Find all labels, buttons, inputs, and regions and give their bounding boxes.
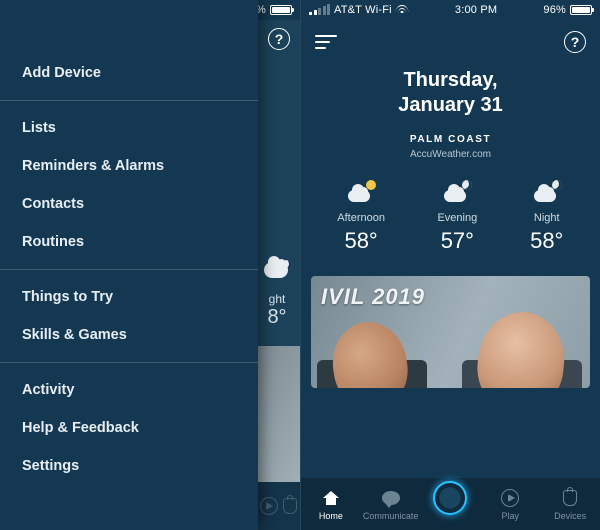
bottom-nav: Home Communicate Play Devices bbox=[301, 478, 600, 530]
help-icon[interactable]: ? bbox=[564, 31, 586, 53]
date-line-2: January 31 bbox=[301, 93, 600, 118]
nav-tab-devices[interactable]: Devices bbox=[540, 487, 600, 521]
help-icon[interactable]: ? bbox=[268, 28, 290, 50]
top-bar: ? bbox=[301, 20, 600, 64]
nav-tab-home[interactable]: Home bbox=[301, 487, 361, 521]
screenshot-drawer-open: AT&T Wi-Fi 3:00 PM 96% ? ght 8° Add De bbox=[0, 0, 300, 530]
drawer-item-things-to-try[interactable]: Things to Try bbox=[0, 278, 258, 316]
nav-tab-alexa[interactable] bbox=[421, 491, 481, 517]
feed-card[interactable]: IVIL 2019 bbox=[311, 276, 590, 388]
status-bar: AT&T Wi-Fi 3:00 PM 96% bbox=[301, 0, 600, 20]
feed-card-figure bbox=[473, 308, 569, 388]
forecast-temp: 57° bbox=[437, 228, 477, 254]
menu-icon[interactable] bbox=[315, 35, 337, 49]
nav-tab-play[interactable]: Play bbox=[480, 487, 540, 521]
drawer-item-activity[interactable]: Activity bbox=[0, 371, 258, 409]
forecast-temp: 58° bbox=[530, 228, 564, 254]
peek-bottom-nav bbox=[258, 482, 300, 530]
location-block[interactable]: PALM COAST AccuWeather.com bbox=[301, 134, 600, 160]
feed-card-figure bbox=[327, 317, 412, 388]
drawer-item-skills-games[interactable]: Skills & Games bbox=[0, 316, 258, 354]
drawer-item-settings[interactable]: Settings bbox=[0, 447, 258, 485]
nav-devices-icon bbox=[279, 495, 300, 517]
drawer-item-reminders-alarms[interactable]: Reminders & Alarms bbox=[0, 147, 258, 185]
peek-forecast-night: ght 8° bbox=[260, 260, 294, 329]
status-time: 3:00 PM bbox=[455, 4, 497, 16]
nav-tab-communicate[interactable]: Communicate bbox=[361, 487, 421, 521]
battery-icon bbox=[270, 5, 292, 15]
forecast-afternoon[interactable]: Afternoon 58° bbox=[337, 180, 385, 254]
nav-label: Devices bbox=[554, 511, 586, 521]
drawer-item-contacts[interactable]: Contacts bbox=[0, 185, 258, 223]
moon-cloud-icon bbox=[440, 180, 474, 204]
peek-feed-card bbox=[258, 346, 300, 482]
moon-cloud-icon bbox=[530, 180, 564, 204]
carrier-label: AT&T Wi-Fi bbox=[334, 4, 392, 16]
nav-label: Home bbox=[319, 511, 343, 521]
location-name: PALM COAST bbox=[301, 134, 600, 145]
battery-percent: 96% bbox=[543, 4, 566, 16]
sun-cloud-icon bbox=[344, 180, 378, 204]
navigation-drawer: Add Device Lists Reminders & Alarms Cont… bbox=[0, 0, 258, 530]
devices-icon bbox=[559, 487, 581, 509]
date-line-1: Thursday, bbox=[301, 68, 600, 93]
peek-forecast-label: ght bbox=[260, 292, 294, 306]
forecast-temp: 58° bbox=[337, 228, 385, 254]
play-icon bbox=[499, 487, 521, 509]
screenshot-home: AT&T Wi-Fi 3:00 PM 96% ? Thursday, Janua… bbox=[300, 0, 600, 530]
nav-play-icon bbox=[258, 495, 279, 517]
forecast-label: Afternoon bbox=[337, 212, 385, 224]
forecast-night[interactable]: Night 58° bbox=[530, 180, 564, 254]
drawer-item-lists[interactable]: Lists bbox=[0, 109, 258, 147]
peek-forecast-temp: 8° bbox=[260, 306, 294, 329]
nav-label: Communicate bbox=[363, 511, 419, 521]
drawer-item-add-device[interactable]: Add Device bbox=[0, 54, 258, 92]
home-icon bbox=[320, 487, 342, 509]
drawer-item-routines[interactable]: Routines bbox=[0, 223, 258, 261]
forecast-label: Night bbox=[530, 212, 564, 224]
feed-card-year: 2019 bbox=[372, 284, 425, 309]
chat-bubble-icon bbox=[380, 487, 402, 509]
date-block: Thursday, January 31 bbox=[301, 68, 600, 118]
forecast-label: Evening bbox=[437, 212, 477, 224]
forecast-row: Afternoon 58° Evening 57° Night 58° bbox=[301, 180, 600, 254]
nav-label: Play bbox=[502, 511, 520, 521]
feed-card-text-frag: IVIL bbox=[321, 284, 365, 309]
signal-bars-icon bbox=[309, 5, 330, 15]
forecast-evening[interactable]: Evening 57° bbox=[437, 180, 477, 254]
wifi-icon bbox=[396, 5, 409, 15]
alexa-ring-icon bbox=[433, 481, 467, 515]
battery-icon bbox=[570, 5, 592, 15]
drawer-item-help-feedback[interactable]: Help & Feedback bbox=[0, 409, 258, 447]
feed-card-headline: IVIL 2019 bbox=[321, 284, 425, 310]
weather-source: AccuWeather.com bbox=[301, 149, 600, 160]
